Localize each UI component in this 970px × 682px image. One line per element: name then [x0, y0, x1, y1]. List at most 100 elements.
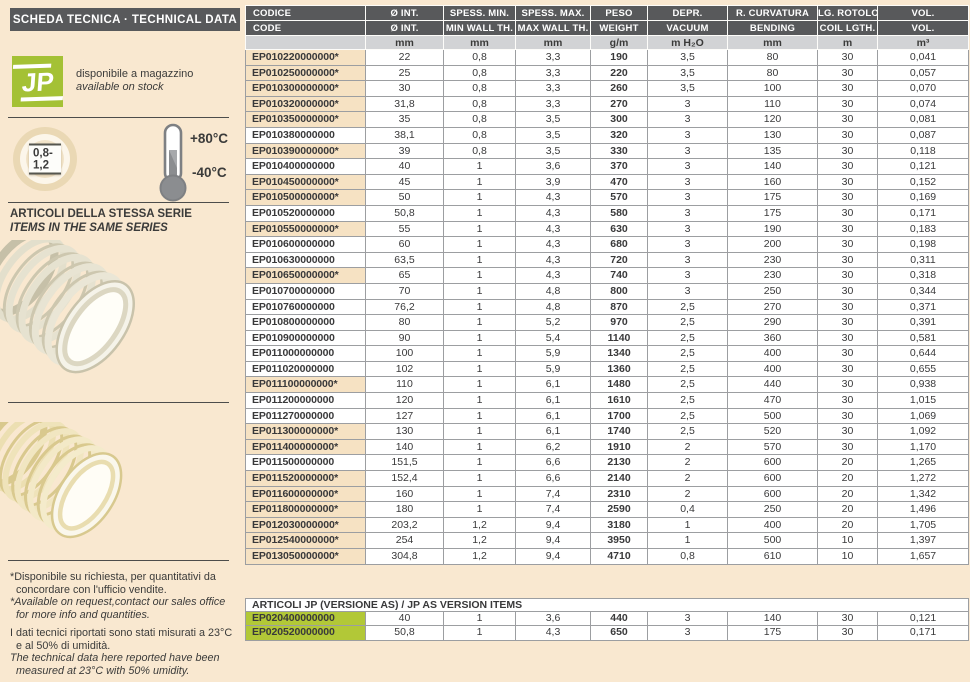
value-cell: 30 [818, 424, 878, 440]
value-cell: 175 [728, 205, 818, 221]
value-cell: 1 [648, 517, 728, 533]
value-cell: 2,5 [648, 424, 728, 440]
value-cell: 30 [818, 127, 878, 143]
value-cell: 31,8 [366, 96, 444, 112]
value-cell: 3 [648, 268, 728, 284]
table-row: EP010450000000*4513,94703160300,152 [246, 174, 969, 190]
value-cell: 40 [366, 612, 444, 626]
value-cell: 2,5 [648, 361, 728, 377]
value-cell: 6,1 [516, 393, 591, 409]
product-code-cell: EP010550000000* [246, 221, 366, 237]
value-cell: 330 [591, 143, 648, 159]
value-cell: 600 [728, 486, 818, 502]
table-row: EP012540000000*2541,29,439501500101,397 [246, 533, 969, 549]
value-cell: 400 [728, 361, 818, 377]
value-cell: 0,8 [444, 81, 516, 97]
value-cell: 1 [444, 174, 516, 190]
table-row: EP01127000000012716,117002,5500301,069 [246, 408, 969, 424]
product-code-cell: EP011270000000 [246, 408, 366, 424]
value-cell: 6,2 [516, 439, 591, 455]
value-cell: 3,3 [516, 50, 591, 66]
value-cell: 970 [591, 315, 648, 331]
value-cell: 400 [728, 517, 818, 533]
value-cell: 1 [444, 424, 516, 440]
product-code-cell: EP013050000000* [246, 549, 366, 565]
value-cell: 1 [444, 283, 516, 299]
value-cell: 1700 [591, 408, 648, 424]
value-cell: 1 [444, 455, 516, 471]
value-cell: 0,171 [878, 626, 969, 640]
value-cell: 38,1 [366, 127, 444, 143]
value-cell: 2310 [591, 486, 648, 502]
value-cell: 440 [591, 612, 648, 626]
value-cell: 1 [444, 330, 516, 346]
value-cell: 140 [728, 612, 818, 626]
value-cell: 1,015 [878, 393, 969, 409]
value-cell: 30 [818, 221, 878, 237]
value-cell: 3 [648, 626, 728, 640]
value-cell: 2130 [591, 455, 648, 471]
value-cell: 3,3 [516, 65, 591, 81]
units-row: mm mm mm g/m m H₂O mm m m³ [246, 36, 969, 50]
value-cell: 3 [648, 112, 728, 128]
value-cell: 175 [728, 626, 818, 640]
header-row-en: CODE Ø INT. MIN WALL TH. MAX WALL TH. WE… [246, 21, 969, 36]
temp-max-label: +80°C [190, 131, 228, 146]
value-cell: 1 [444, 299, 516, 315]
col-header: SPESS. MAX. [516, 6, 591, 21]
product-code-cell: EP010500000000* [246, 190, 366, 206]
value-cell: 1140 [591, 330, 648, 346]
value-cell: 65 [366, 268, 444, 284]
product-code-cell: EP011100000000* [246, 377, 366, 393]
table-row: EP01052000000050,814,35803175300,171 [246, 205, 969, 221]
divider [8, 560, 229, 561]
col-header: MAX WALL TH. [516, 21, 591, 36]
value-cell: 30 [818, 65, 878, 81]
value-cell: 1,265 [878, 455, 969, 471]
value-cell: 3 [648, 143, 728, 159]
value-cell: 160 [728, 174, 818, 190]
value-cell: 30 [818, 143, 878, 159]
series-heading: ARTICOLI DELLA STESSA SERIE ITEMS IN THE… [10, 207, 192, 235]
value-cell: 4,8 [516, 283, 591, 299]
value-cell: 1 [444, 502, 516, 518]
value-cell: 30 [818, 283, 878, 299]
table-row: EP0106000000006014,36803200300,198 [246, 237, 969, 253]
value-cell: 10 [818, 549, 878, 565]
product-code-cell: EP011020000000 [246, 361, 366, 377]
value-cell: 0,938 [878, 377, 969, 393]
value-cell: 0,171 [878, 205, 969, 221]
value-cell: 440 [728, 377, 818, 393]
value-cell: 6,1 [516, 424, 591, 440]
value-cell: 610 [728, 549, 818, 565]
wall-thickness-range: 0,8-1,2 [29, 144, 61, 175]
value-cell: 5,2 [516, 315, 591, 331]
table-row: EP010320000000*31,80,83,32703110300,074 [246, 96, 969, 112]
value-cell: 160 [366, 486, 444, 502]
value-cell: 470 [591, 174, 648, 190]
value-cell: 1360 [591, 361, 648, 377]
value-cell: 30 [818, 626, 878, 640]
value-cell: 2 [648, 486, 728, 502]
value-cell: 1,2 [444, 517, 516, 533]
value-cell: 1,092 [878, 424, 969, 440]
value-cell: 1,496 [878, 502, 969, 518]
value-cell: 1 [444, 221, 516, 237]
col-header: Ø INT. [366, 21, 444, 36]
col-header: MIN WALL TH. [444, 21, 516, 36]
product-code-cell: EP011000000000 [246, 346, 366, 362]
value-cell: 0,118 [878, 143, 969, 159]
product-code-cell: EP011400000000* [246, 439, 366, 455]
value-cell: 1,2 [444, 549, 516, 565]
value-cell: 0,644 [878, 346, 969, 362]
col-header: LG. ROTOLO [818, 6, 878, 21]
value-cell: 30 [818, 408, 878, 424]
value-cell: 1,705 [878, 517, 969, 533]
value-cell: 3 [648, 96, 728, 112]
value-cell: 220 [591, 65, 648, 81]
value-cell: 4,3 [516, 190, 591, 206]
value-cell: 4,3 [516, 268, 591, 284]
value-cell: 4710 [591, 549, 648, 565]
value-cell: 4,3 [516, 221, 591, 237]
value-cell: 3,9 [516, 174, 591, 190]
